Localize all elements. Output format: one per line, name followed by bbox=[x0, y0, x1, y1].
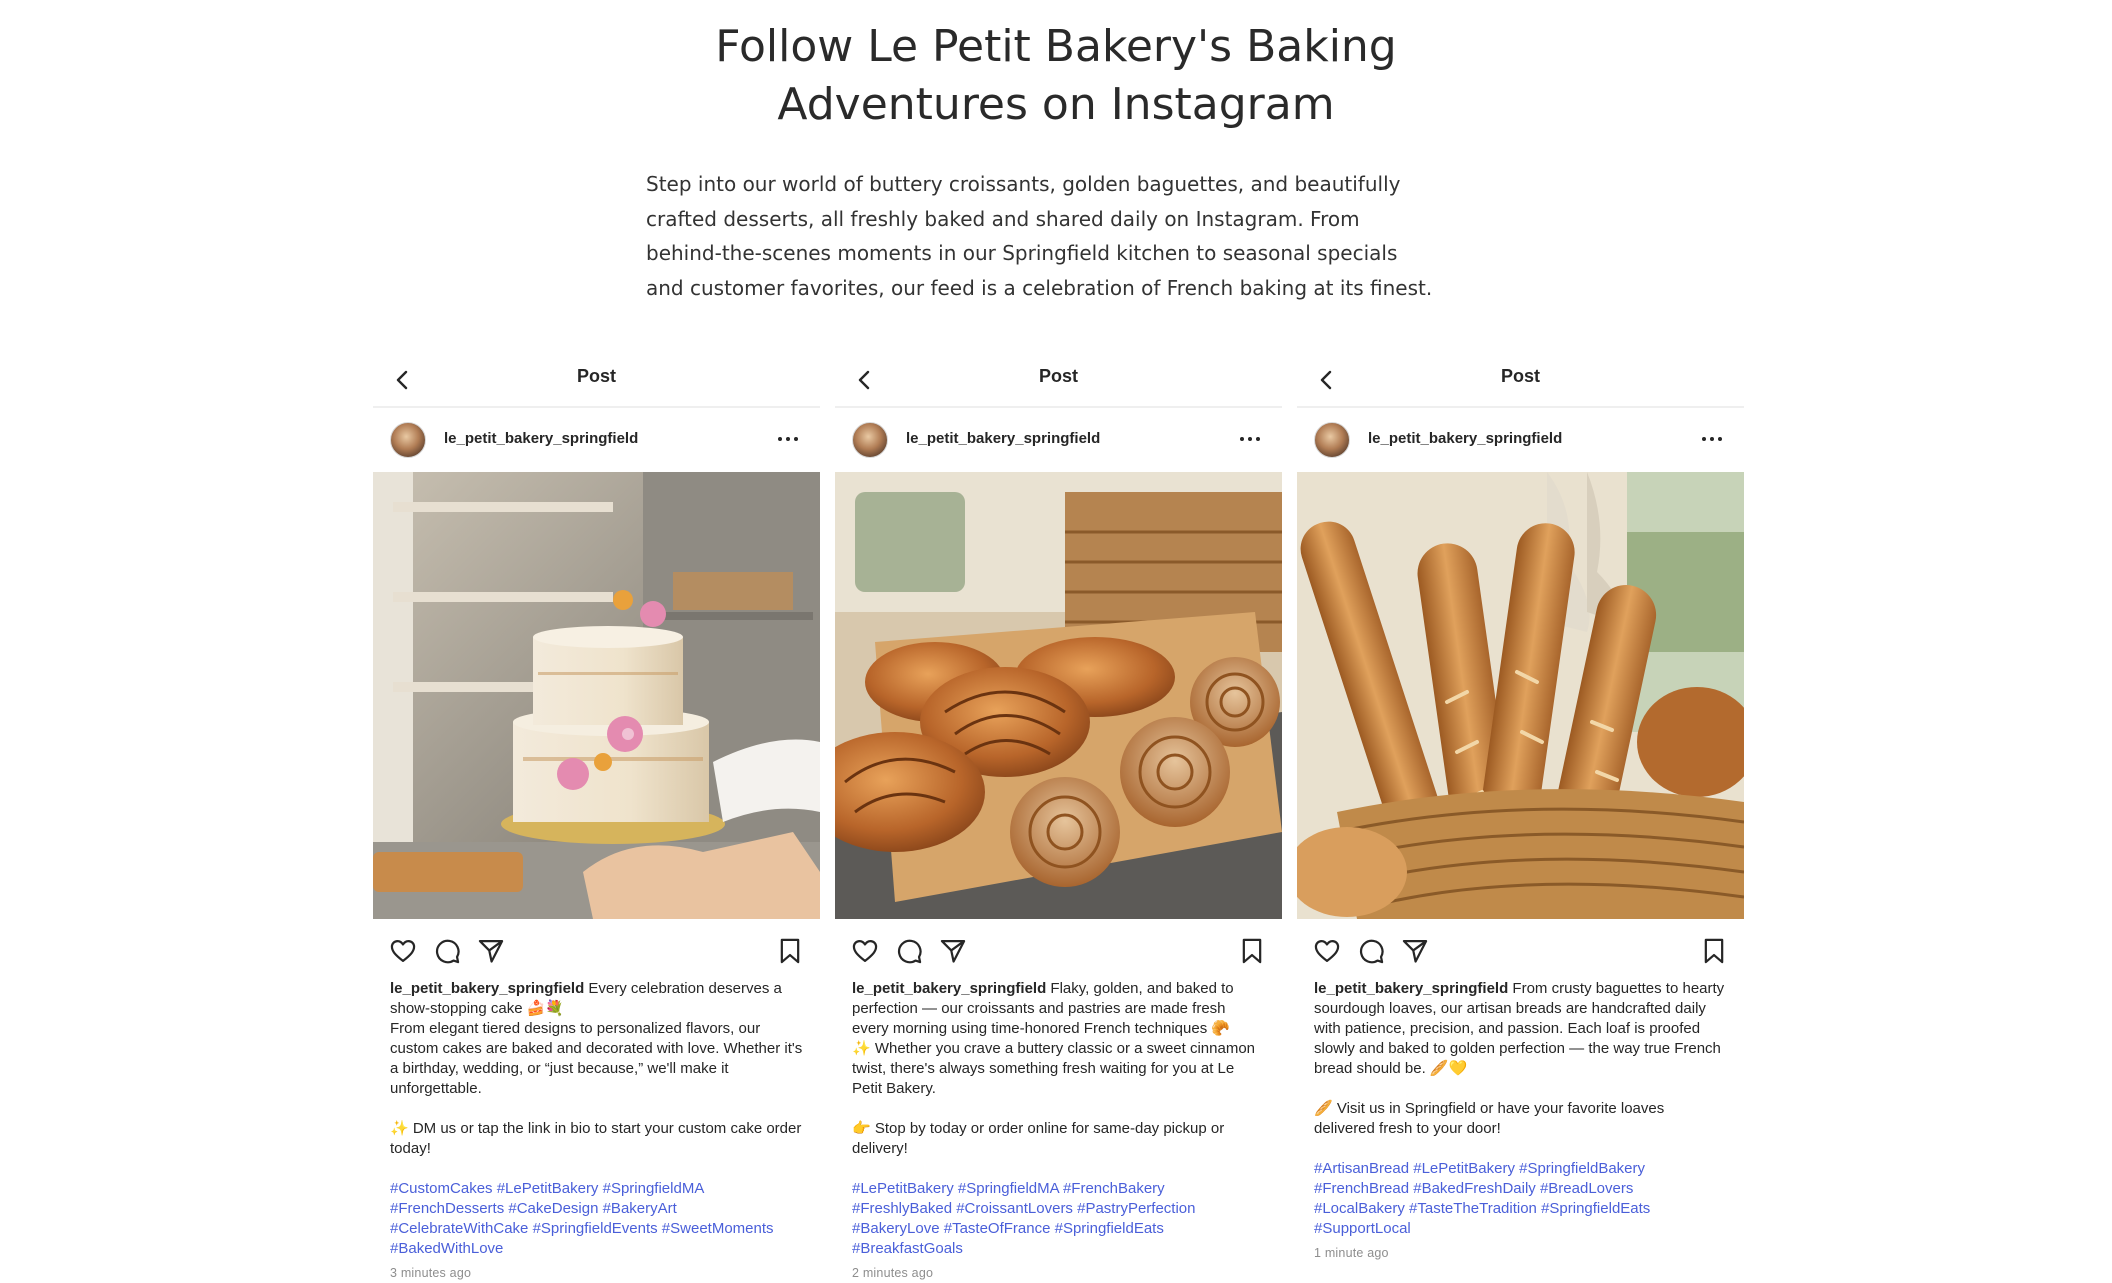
post-user-row: le_petit_bakery_springfield bbox=[1297, 408, 1744, 472]
post-photo-breads[interactable] bbox=[1297, 472, 1744, 919]
caption-hashtags[interactable]: #ArtisanBread #LePetitBakery #Springfiel… bbox=[1314, 1159, 1727, 1239]
post-username[interactable]: le_petit_bakery_springfield bbox=[906, 430, 1100, 447]
post-user-row: le_petit_bakery_springfield bbox=[373, 408, 820, 472]
instagram-post-card: Post le_petit_bakery_springfield le_peti… bbox=[1297, 352, 1744, 1280]
bookmark-icon[interactable] bbox=[1700, 937, 1728, 965]
post-caption: le_petit_bakery_springfield Every celebr… bbox=[373, 979, 820, 1283]
comment-bubble-icon[interactable] bbox=[1357, 937, 1385, 965]
caption-username[interactable]: le_petit_bakery_springfield bbox=[390, 980, 584, 997]
heart-icon[interactable] bbox=[851, 937, 879, 965]
bookmark-icon[interactable] bbox=[1238, 937, 1266, 965]
post-header-title: Post bbox=[1038, 366, 1078, 386]
caption-hashtags[interactable]: #CustomCakes #LePetitBakery #Springfield… bbox=[390, 1179, 803, 1259]
post-actions bbox=[373, 919, 820, 981]
page-title-line-1: Follow Le Petit Bakery's Baking bbox=[715, 21, 1397, 72]
post-timestamp: 1 minute ago bbox=[1314, 1246, 1389, 1260]
instagram-post-card: Post le_petit_bakery_springfield le_peti… bbox=[835, 352, 1282, 1280]
post-topbar: Post bbox=[373, 352, 820, 408]
comment-bubble-icon[interactable] bbox=[433, 937, 461, 965]
post-username[interactable]: le_petit_bakery_springfield bbox=[444, 430, 638, 447]
send-icon[interactable] bbox=[1401, 937, 1429, 965]
heart-icon[interactable] bbox=[389, 937, 417, 965]
heart-icon[interactable] bbox=[1313, 937, 1341, 965]
post-timestamp: 2 minutes ago bbox=[852, 1266, 934, 1280]
comment-bubble-icon[interactable] bbox=[895, 937, 923, 965]
caption-body: From elegant tiered designs to personali… bbox=[390, 1020, 803, 1097]
post-timestamp: 3 minutes ago bbox=[390, 1266, 472, 1280]
post-photo-croissants[interactable] bbox=[835, 472, 1282, 919]
caption-username[interactable]: le_petit_bakery_springfield bbox=[852, 980, 1046, 997]
post-actions bbox=[835, 919, 1282, 981]
post-caption: le_petit_bakery_springfield Flaky, golde… bbox=[835, 979, 1282, 1283]
intro-paragraph: Step into our world of buttery croissant… bbox=[646, 172, 1433, 300]
post-actions bbox=[1297, 919, 1744, 981]
avatar[interactable] bbox=[390, 422, 426, 458]
send-icon[interactable] bbox=[477, 937, 505, 965]
instagram-post-card: Post le_petit_bakery_springfield le_peti… bbox=[373, 352, 820, 1280]
page-title-line-2: Adventures on Instagram bbox=[777, 79, 1335, 130]
caption-call-to-action: 👉 Stop by today or order online for same… bbox=[852, 1120, 1225, 1157]
caption-call-to-action: ✨ DM us or tap the link in bio to start … bbox=[390, 1120, 802, 1157]
page-title: Follow Le Petit Bakery's Baking Adventur… bbox=[0, 18, 2112, 134]
caption-call-to-action: 🥖 Visit us in Springfield or have your f… bbox=[1314, 1100, 1665, 1137]
post-photo-cake[interactable] bbox=[373, 472, 820, 919]
post-topbar: Post bbox=[1297, 352, 1744, 408]
caption-username[interactable]: le_petit_bakery_springfield bbox=[1314, 980, 1508, 997]
avatar[interactable] bbox=[1314, 422, 1350, 458]
post-header-title: Post bbox=[576, 366, 616, 386]
avatar[interactable] bbox=[852, 422, 888, 458]
post-caption: le_petit_bakery_springfield From crusty … bbox=[1297, 979, 1744, 1263]
post-header-title: Post bbox=[1500, 366, 1540, 386]
bookmark-icon[interactable] bbox=[776, 937, 804, 965]
more-horizontal-icon[interactable] bbox=[1700, 430, 1724, 448]
post-username[interactable]: le_petit_bakery_springfield bbox=[1368, 430, 1562, 447]
caption-hashtags[interactable]: #LePetitBakery #SpringfieldMA #FrenchBak… bbox=[852, 1179, 1265, 1259]
post-user-row: le_petit_bakery_springfield bbox=[835, 408, 1282, 472]
send-icon[interactable] bbox=[939, 937, 967, 965]
caption-body: ✨ Whether you crave a buttery classic or… bbox=[852, 1040, 1256, 1097]
post-topbar: Post bbox=[835, 352, 1282, 408]
more-horizontal-icon[interactable] bbox=[1238, 430, 1262, 448]
more-horizontal-icon[interactable] bbox=[776, 430, 800, 448]
